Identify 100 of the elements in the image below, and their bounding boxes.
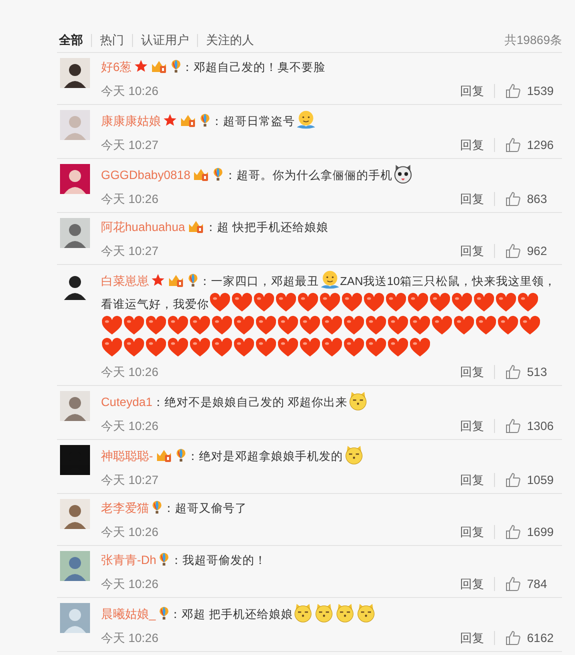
dog-face-icon [392,164,413,184]
heart-icon [297,292,319,313]
heart-icon [211,315,233,336]
thumbs-up-icon [505,243,521,259]
heart-icon [321,315,343,336]
heart-icon [211,337,233,358]
heart-icon [123,315,145,336]
crown-icon [167,273,185,287]
reply-button[interactable]: 回复 [460,576,484,592]
heart-icon [189,337,211,358]
heart-icon [189,315,211,336]
heart-icon [101,315,123,336]
like-button[interactable]: 1306 [505,418,559,434]
heart-icon [123,337,145,358]
post-time: 今天 10:26 [101,576,158,592]
heart-icon [253,292,275,313]
comment-text: ：绝对不是娘娘自己发的 邓超你出来 [152,397,348,409]
heart-icon [385,292,407,313]
thumbs-up-icon [505,524,521,540]
reply-button[interactable]: 回复 [460,418,484,434]
reply-button[interactable]: 回复 [460,82,484,100]
heart-icon [365,315,387,336]
heart-icon [407,292,429,313]
reply-button[interactable]: 回复 [460,364,484,380]
comment-count: 共19869条 [504,32,562,48]
heart-icon [167,337,189,358]
filter-tab[interactable]: 认证用户 [132,34,197,46]
comment-text: ：邓超 把手机还给娘娘 [170,609,293,621]
post-time: 今天 10:26 [101,190,158,208]
balloon-icon [158,552,170,566]
heart-icon [343,337,365,358]
crown-icon [155,448,173,462]
reply-button[interactable]: 回复 [460,242,484,260]
heart-icon [341,292,363,313]
heart-icon [387,315,409,336]
heart-icon [167,315,189,336]
balloon-icon [151,500,163,514]
balloon-icon [212,167,224,181]
balloon-icon [170,59,182,73]
heart-icon [277,337,299,358]
filter-tab[interactable]: 全部 [57,34,91,46]
reply-button[interactable]: 回复 [460,472,484,488]
heart-icon [319,292,341,313]
reply-button[interactable]: 回复 [460,524,484,540]
post-time: 今天 10:26 [101,364,158,380]
comment-text: 看谁运气好，我爱你 [101,299,209,311]
reply-button[interactable]: 回复 [460,136,484,154]
post-time: 今天 10:27 [101,242,158,260]
heart-icon [231,292,253,313]
heart-icon [387,337,409,358]
heart-icon [517,292,539,313]
post-time: 今天 10:27 [101,472,158,488]
filter-tab[interactable]: 热门 [91,34,132,46]
heart-icon [453,315,475,336]
comment-text: ：超哥又偷号了 [163,503,247,515]
thumbs-up-icon [505,576,521,592]
post-time: 今天 10:27 [101,136,158,154]
like-button[interactable]: 1296 [505,137,559,153]
heart-icon [299,315,321,336]
heart-icon [365,337,387,358]
comment-text: ：超哥日常盗号 [211,116,295,128]
like-button[interactable]: 1059 [505,472,559,488]
reply-button[interactable]: 回复 [460,630,484,646]
crown-icon [187,219,206,233]
thumbs-up-icon [505,83,521,99]
like-button[interactable]: 1539 [505,83,559,99]
heart-icon [233,337,255,358]
heart-icon [363,292,385,313]
dog-face-icon [314,603,334,623]
dog-face-icon [356,603,376,623]
like-button[interactable]: 784 [505,576,559,592]
dog-face-icon [344,445,364,465]
thumbs-up-icon [505,364,521,380]
post-time: 今天 10:26 [101,418,158,434]
heart-icon [101,337,123,358]
comment-text: ：一家四口，邓超最丑 [199,276,319,288]
heart-icon [255,337,277,358]
crown-icon [179,113,197,127]
thumbs-up-icon [505,418,521,434]
crown-icon [192,167,210,181]
heart-icon [145,337,167,358]
like-button[interactable]: 863 [505,191,559,207]
heart-icon [277,315,299,336]
like-button[interactable]: 513 [505,364,559,380]
star-icon [134,59,148,73]
like-button[interactable]: 1699 [505,524,559,540]
like-button[interactable]: 962 [505,243,559,259]
like-button[interactable]: 6162 [505,630,559,646]
comment-text: ：邓超自己发的！臭不要脸 [182,62,326,74]
filter-tab[interactable]: 关注的人 [197,34,262,46]
comment-text: ：超 快把手机还给娘娘 [205,222,328,234]
reply-button[interactable]: 回复 [460,190,484,208]
post-time: 今天 10:26 [101,630,158,646]
heart-icon [409,337,431,358]
dog-face-icon [348,391,368,411]
post-time: 今天 10:26 [101,524,158,540]
star-icon [151,273,165,287]
thumbs-up-icon [505,137,521,153]
thumbs-up-icon [505,191,521,207]
balloon-icon [187,273,199,287]
